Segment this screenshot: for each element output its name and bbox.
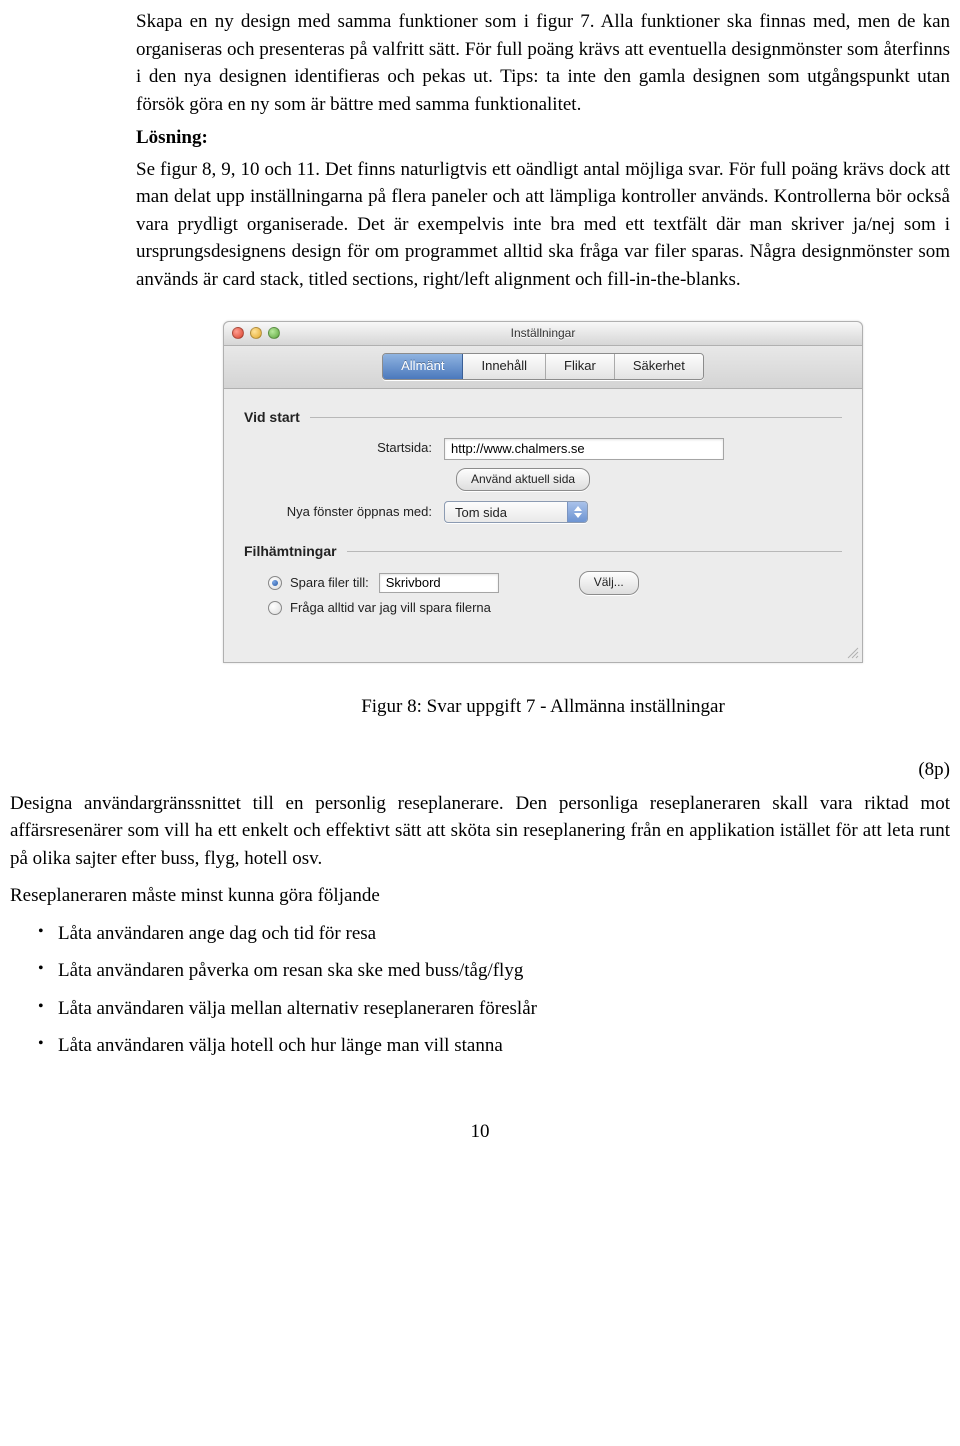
new-windows-label: Nya fönster öppnas med:: [244, 503, 444, 522]
tab-security[interactable]: Säkerhet: [615, 354, 703, 379]
radio-save-to-row: Spara filer till: Välj...: [268, 571, 842, 594]
tab-tabs[interactable]: Flikar: [546, 354, 615, 379]
solution-paragraph: Se figur 8, 9, 10 och 11. Det finns natu…: [136, 156, 950, 294]
save-to-label: Spara filer till:: [290, 574, 369, 593]
list-item: Låta användaren välja hotell och hur län…: [38, 1032, 950, 1060]
section-divider: [310, 417, 842, 418]
intro-paragraph: Skapa en ny design med samma funktioner …: [136, 8, 950, 118]
window-title: Inställningar: [224, 325, 862, 342]
solution-heading: Lösning:: [136, 124, 950, 152]
close-icon[interactable]: [232, 327, 244, 339]
settings-pane: Vid start Startsida: Använd aktuell sida…: [224, 389, 862, 661]
radio-save-to[interactable]: [268, 576, 282, 590]
zoom-icon[interactable]: [268, 327, 280, 339]
resize-grip-icon[interactable]: [845, 645, 859, 659]
download-radio-group: Spara filer till: Välj... Fråga alltid v…: [268, 571, 842, 617]
save-to-field[interactable]: [379, 573, 499, 593]
list-item: Låta användaren ange dag och tid för res…: [38, 920, 950, 948]
task-8-para-1: Designa användargränssnittet till en per…: [10, 790, 950, 873]
new-windows-value: Tom sida: [445, 502, 567, 522]
radio-ask-always[interactable]: [268, 601, 282, 615]
list-item: Låta användaren påverka om resan ska ske…: [38, 957, 950, 985]
radio-ask-always-row: Fråga alltid var jag vill spara filerna: [268, 599, 842, 618]
requirements-list: Låta användaren ange dag och tid för res…: [38, 920, 950, 1060]
tab-content[interactable]: Innehåll: [463, 354, 546, 379]
ask-always-label: Fråga alltid var jag vill spara filerna: [290, 599, 491, 618]
startpage-row: Startsida:: [244, 438, 842, 460]
task-8-para-2: Reseplaneraren måste minst kunna göra fö…: [10, 882, 950, 910]
task-8-label: Uppgift 8:: [0, 790, 10, 818]
tab-general[interactable]: Allmänt: [383, 354, 463, 379]
section-divider: [347, 551, 842, 552]
window-titlebar: Inställningar: [224, 322, 862, 346]
tab-segmented-control: Allmänt Innehåll Flikar Säkerhet: [382, 353, 704, 380]
use-current-page-button[interactable]: Använd aktuell sida: [456, 468, 590, 491]
section-start: Vid start: [244, 407, 842, 427]
section-downloads: Filhämtningar: [244, 541, 842, 561]
section-downloads-label: Filhämtningar: [244, 541, 337, 561]
figure-8: Inställningar Allmänt Innehåll Flikar Sä…: [136, 321, 950, 720]
new-windows-row: Nya fönster öppnas med: Tom sida: [244, 501, 842, 523]
minimize-icon[interactable]: [250, 327, 262, 339]
page-number: 10: [10, 1118, 950, 1146]
startpage-label: Startsida:: [244, 439, 444, 458]
figure-caption: Figur 8: Svar uppgift 7 - Allmänna instä…: [136, 693, 950, 721]
section-start-label: Vid start: [244, 407, 300, 427]
startpage-input[interactable]: [444, 438, 724, 460]
choose-button[interactable]: Välj...: [579, 571, 639, 594]
list-item: Låta användaren välja mellan alternativ …: [38, 995, 950, 1023]
chevron-up-down-icon: [567, 502, 587, 522]
points-label: (8p): [136, 756, 950, 784]
task-8-body: Designa användargränssnittet till en per…: [10, 790, 950, 1070]
new-windows-popup[interactable]: Tom sida: [444, 501, 588, 523]
tab-toolbar: Allmänt Innehåll Flikar Säkerhet: [224, 346, 862, 389]
settings-window: Inställningar Allmänt Innehåll Flikar Sä…: [223, 321, 863, 662]
